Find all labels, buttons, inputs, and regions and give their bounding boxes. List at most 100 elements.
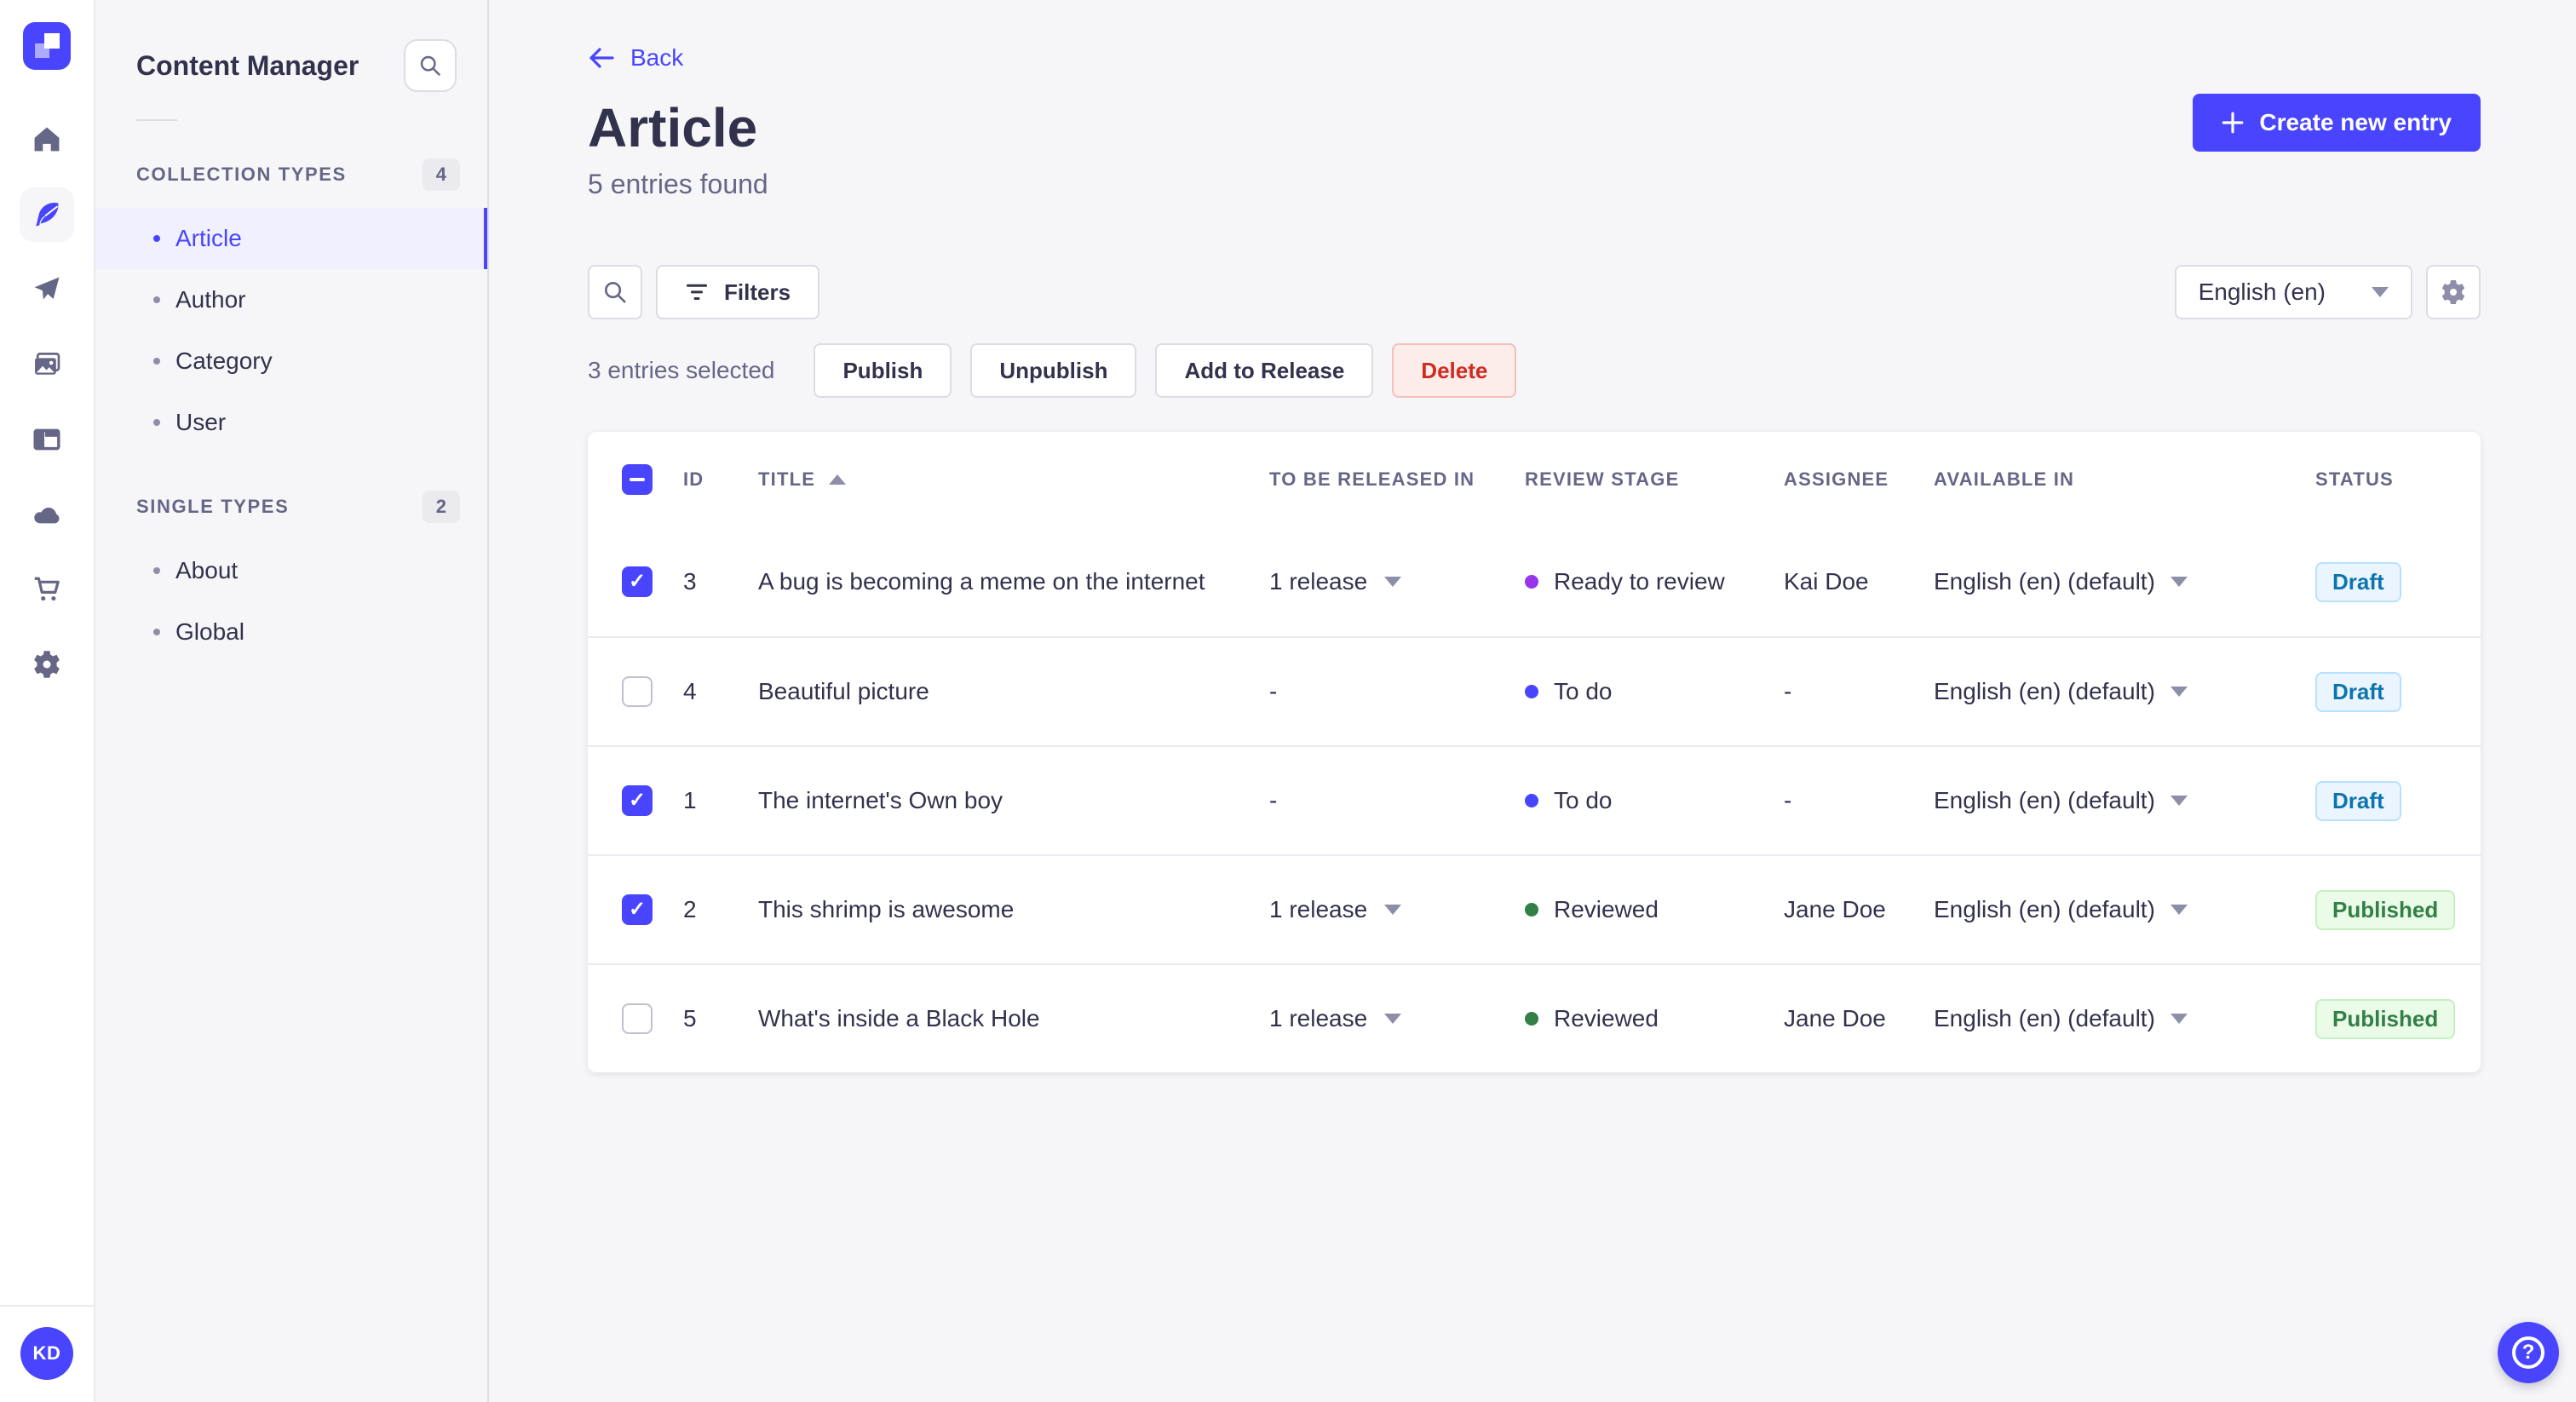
row-review-stage: Ready to review [1525, 568, 1784, 595]
stage-dot-icon [1525, 794, 1538, 807]
row-checkbox[interactable] [622, 566, 653, 597]
row-status: Published [2315, 889, 2481, 930]
row-assignee: Jane Doe [1784, 1005, 1886, 1031]
subnav-item-author[interactable]: Author [95, 269, 487, 330]
table-row[interactable]: 3 A bug is becoming a meme on the intern… [588, 527, 2481, 636]
row-id: 3 [683, 568, 697, 595]
question-mark-icon: ? [2512, 1336, 2544, 1369]
add-to-release-button[interactable]: Add to Release [1155, 343, 1374, 398]
delete-button[interactable]: Delete [1392, 343, 1517, 398]
paper-plane-icon[interactable] [20, 262, 74, 317]
chevron-down-icon [2170, 687, 2188, 697]
publish-button[interactable]: Publish [814, 343, 952, 398]
back-link[interactable]: Back [588, 44, 683, 72]
chevron-down-icon [2170, 796, 2188, 806]
row-release-label: 1 release [1269, 568, 1368, 595]
selection-actions: Publish Unpublish Add to Release Delete [814, 343, 1517, 398]
cloud-icon[interactable] [20, 487, 74, 542]
locale-select[interactable]: English (en) [2174, 265, 2412, 319]
stage-dot-icon [1525, 575, 1538, 589]
search-icon [420, 55, 440, 76]
subnav-section: SINGLE TYPES 2 About Global [95, 491, 487, 663]
filters-button[interactable]: Filters [656, 265, 820, 319]
subnav-item-category[interactable]: Category [95, 330, 487, 392]
column-header-stage: REVIEW STAGE [1525, 468, 1680, 490]
subnav-item-about[interactable]: About [95, 540, 487, 601]
table-row[interactable]: 2 This shrimp is awesome 1 release Revie… [588, 854, 2481, 963]
section-items: About Global [95, 540, 487, 663]
unpublish-button[interactable]: Unpublish [970, 343, 1137, 398]
section-label: COLLECTION TYPES [136, 164, 347, 185]
row-stage-label: Reviewed [1554, 1005, 1659, 1031]
subnav-item-article[interactable]: Article [95, 208, 487, 269]
row-id: 4 [683, 678, 697, 704]
row-release-dropdown[interactable]: 1 release [1269, 568, 1525, 595]
help-button[interactable]: ? [2498, 1322, 2559, 1383]
content-manager-subnav: Content Manager COLLECTION TYPES 4 Artic… [95, 0, 489, 1402]
subnav-section: COLLECTION TYPES 4 Article Author Catego… [95, 158, 487, 453]
app-window: KD Content Manager COLLECTION TYPES 4 Ar… [0, 0, 2576, 1402]
table-header-row: ID TITLE TO BE RELEASED IN REVIEW STAGE … [588, 432, 2481, 527]
row-release-label: 1 release [1269, 1005, 1368, 1031]
subnav-item-user[interactable]: User [95, 392, 487, 453]
user-avatar[interactable]: KD [20, 1327, 73, 1380]
bullet-icon [153, 629, 160, 635]
row-release-dropdown[interactable]: - [1269, 787, 1525, 814]
table-row[interactable]: 5 What's inside a Black Hole 1 release R… [588, 963, 2481, 1072]
bullet-icon [153, 296, 160, 303]
row-title: A bug is becoming a meme on the internet [758, 568, 1205, 595]
subnav-sections: COLLECTION TYPES 4 Article Author Catego… [95, 158, 487, 663]
select-all-checkbox[interactable] [622, 464, 653, 495]
row-review-stage: To do [1525, 678, 1784, 705]
row-locale-dropdown[interactable]: English (en) (default) [1934, 1005, 2315, 1032]
settings-gear-icon[interactable] [20, 637, 74, 692]
row-release-dropdown[interactable]: 1 release [1269, 1005, 1525, 1032]
row-release-label: - [1269, 787, 1278, 813]
subnav-title: Content Manager [136, 49, 359, 81]
create-new-entry-button[interactable]: Create new entry [2193, 94, 2481, 152]
row-locale-dropdown[interactable]: English (en) (default) [1934, 896, 2315, 923]
chevron-down-icon [2170, 577, 2188, 587]
row-locale-label: English (en) (default) [1934, 568, 2155, 595]
back-arrow-icon [589, 48, 614, 68]
subnav-item-global[interactable]: Global [95, 601, 487, 663]
row-release-dropdown[interactable]: - [1269, 678, 1525, 705]
table-row[interactable]: 4 Beautiful picture - To do - English (e… [588, 636, 2481, 745]
row-checkbox[interactable] [622, 894, 653, 925]
page-title: Article [588, 97, 758, 158]
row-checkbox[interactable] [622, 785, 653, 816]
subnav-search-button[interactable] [404, 39, 457, 92]
locale-select-value: English (en) [2198, 279, 2326, 305]
row-assignee: - [1784, 787, 1792, 813]
list-search-button[interactable] [588, 265, 642, 319]
content-manager-feather-icon[interactable] [20, 187, 74, 242]
row-release-label: 1 release [1269, 896, 1368, 922]
media-library-icon[interactable] [20, 337, 74, 392]
row-locale-dropdown[interactable]: English (en) (default) [1934, 678, 2315, 705]
section-count-badge: 4 [422, 158, 460, 191]
subnav-item-label: Global [175, 618, 244, 645]
row-stage-label: Reviewed [1554, 896, 1659, 922]
row-locale-dropdown[interactable]: English (en) (default) [1934, 787, 2315, 814]
row-assignee: Jane Doe [1784, 896, 1886, 922]
row-locale-dropdown[interactable]: English (en) (default) [1934, 568, 2315, 595]
view-settings-button[interactable] [2426, 265, 2481, 319]
marketplace-cart-icon[interactable] [20, 562, 74, 617]
home-icon[interactable] [20, 112, 74, 167]
gear-icon [2441, 280, 2465, 304]
column-header-title[interactable]: TITLE [758, 468, 1269, 491]
row-checkbox[interactable] [622, 676, 653, 707]
search-icon [604, 281, 626, 303]
row-checkbox[interactable] [622, 1003, 653, 1034]
layout-icon[interactable] [20, 412, 74, 467]
row-release-dropdown[interactable]: 1 release [1269, 896, 1525, 923]
subnav-item-label: Category [175, 348, 273, 374]
stage-dot-icon [1525, 903, 1538, 916]
column-header-available: AVAILABLE IN [1934, 468, 2075, 490]
strapi-logo[interactable] [23, 22, 71, 70]
status-badge: Draft [2315, 780, 2401, 821]
stage-dot-icon [1525, 685, 1538, 698]
table-row[interactable]: 1 The internet's Own boy - To do - Engli… [588, 745, 2481, 854]
row-stage-label: Ready to review [1554, 568, 1725, 595]
row-assignee: - [1784, 678, 1792, 704]
